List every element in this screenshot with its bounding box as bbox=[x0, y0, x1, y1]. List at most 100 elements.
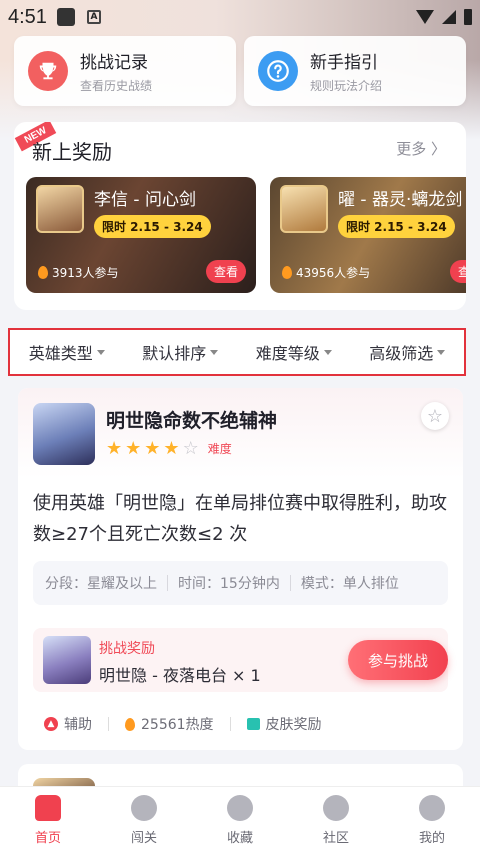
tab-label: 首页 bbox=[34, 831, 61, 846]
user-icon bbox=[419, 795, 445, 821]
divider bbox=[108, 717, 109, 731]
bottom-tab-bar: 首页 闯关 收藏 社区 我的 bbox=[0, 786, 480, 854]
tab-community[interactable]: 社区 bbox=[301, 795, 371, 846]
filter-difficulty[interactable]: 难度等级 bbox=[256, 340, 332, 364]
reward-card[interactable]: 李信 - 问心剑 限时 2.15 - 3.24 3913人参与 查看 bbox=[26, 177, 256, 293]
participant-count-text: 3913人参与 bbox=[52, 266, 119, 280]
new-rewards-section: NEW 新上奖励 更多 〉 李信 - 问心剑 限时 2.15 - 3.24 39… bbox=[14, 122, 466, 310]
flame-icon bbox=[38, 266, 48, 279]
beginner-guide-card[interactable]: 新手指引 规则玩法介绍 bbox=[244, 36, 466, 106]
view-button[interactable]: 查看 bbox=[205, 260, 246, 283]
status-time: 4:51 bbox=[8, 5, 47, 28]
notification-icon bbox=[56, 8, 75, 26]
challenge-description: 使用英雄「明世隐」在单局排位赛中取得胜利，助攻数≥27个且死亡次数≤2 次 bbox=[33, 493, 447, 545]
gift-icon bbox=[246, 718, 260, 730]
skin-avatar bbox=[43, 636, 91, 684]
filter-label: 默认排序 bbox=[142, 344, 207, 363]
tab-label: 收藏 bbox=[226, 831, 253, 846]
challenge-meta: 分段：星耀及以上 时间：15分钟内 模式：单人排位 bbox=[33, 561, 448, 605]
tab-label: 闯关 bbox=[130, 831, 157, 846]
status-right bbox=[416, 9, 472, 25]
flame-icon bbox=[282, 266, 292, 279]
reward-name: 李信 - 问心剑 bbox=[94, 190, 196, 210]
badge-icon bbox=[227, 795, 253, 821]
hero-avatar bbox=[36, 185, 84, 233]
quick-actions: 挑战记录 查看历史战绩 新手指引 规则玩法介绍 bbox=[14, 36, 466, 106]
favorite-star-icon[interactable]: ☆ bbox=[421, 402, 449, 430]
participant-count: 43956人参与 bbox=[282, 264, 370, 281]
participant-count-text: 43956人参与 bbox=[296, 266, 371, 280]
card-footer: ▲ 辅助 25561热度 皮肤奖励 bbox=[44, 714, 322, 734]
difficulty-label: 难度 bbox=[207, 442, 232, 456]
tab-profile[interactable]: 我的 bbox=[397, 795, 467, 846]
reward-card[interactable]: 曜 - 器灵·螭龙剑 限时 2.15 - 3.24 43956人参与 查看 bbox=[270, 177, 466, 293]
star-filled-icon: ★ bbox=[125, 438, 142, 459]
star-filled-icon: ★ bbox=[144, 438, 161, 459]
app-notification-icon: A bbox=[86, 10, 101, 24]
challenge-record-card[interactable]: 挑战记录 查看历史战绩 bbox=[14, 36, 236, 106]
reward-type-tag: 皮肤奖励 bbox=[246, 714, 322, 734]
battery-icon bbox=[464, 9, 472, 25]
chevron-down-icon bbox=[210, 349, 219, 355]
home-icon bbox=[35, 795, 61, 821]
section-title: 新上奖励 bbox=[32, 140, 112, 164]
divider bbox=[167, 575, 168, 591]
quick-card-title: 新手指引 bbox=[310, 53, 378, 73]
divider bbox=[289, 575, 291, 591]
reward-name: 曜 - 器灵·螭龙剑 bbox=[338, 190, 463, 210]
time-limit-badge: 限时 2.15 - 3.24 bbox=[338, 215, 455, 238]
heat-text: 25561热度 bbox=[141, 717, 214, 733]
quick-card-subtitle: 规则玩法介绍 bbox=[310, 79, 383, 93]
difficulty-rating: ★ ★ ★ ★ ☆ 难度 bbox=[106, 438, 232, 459]
reward-box: 挑战奖励 明世隐 - 夜落电台 × 1 参与挑战 bbox=[33, 628, 448, 692]
star-empty-icon: ☆ bbox=[182, 438, 199, 459]
role-tag: ▲ 辅助 bbox=[44, 714, 92, 734]
join-challenge-button[interactable]: 参与挑战 bbox=[348, 640, 448, 680]
compass-icon bbox=[323, 795, 349, 821]
participant-count: 3913人参与 bbox=[38, 264, 119, 281]
divider bbox=[229, 717, 231, 731]
more-link[interactable]: 更多 〉 bbox=[396, 138, 446, 159]
challenge-title: 明世隐命数不绝辅神 bbox=[106, 410, 278, 432]
meta-time: 时间：15分钟内 bbox=[178, 576, 280, 592]
filter-label: 英雄类型 bbox=[28, 344, 93, 363]
heat-tag: 25561热度 bbox=[125, 714, 214, 734]
view-button[interactable]: 查看 bbox=[449, 260, 466, 283]
filter-sort[interactable]: 默认排序 bbox=[142, 340, 219, 364]
hero-avatar bbox=[33, 403, 95, 465]
time-limit-badge: 限时 2.15 - 3.24 bbox=[94, 215, 211, 238]
filter-label: 高级筛选 bbox=[369, 344, 434, 363]
filter-hero-type[interactable]: 英雄类型 bbox=[29, 340, 105, 364]
lightning-icon bbox=[131, 795, 157, 821]
reward-type-text: 皮肤奖励 bbox=[265, 717, 322, 733]
trophy-icon bbox=[28, 51, 68, 91]
filter-bar: 英雄类型 默认排序 难度等级 高级筛选 bbox=[8, 328, 466, 376]
tab-levels[interactable]: 闯关 bbox=[109, 795, 179, 846]
chevron-down-icon bbox=[437, 349, 446, 355]
tab-label: 我的 bbox=[418, 831, 445, 846]
star-filled-icon: ★ bbox=[163, 438, 180, 459]
role-text: 辅助 bbox=[64, 717, 92, 733]
hero-avatar bbox=[280, 185, 328, 233]
tab-label: 社区 bbox=[322, 831, 349, 846]
meta-rank: 分段：星耀及以上 bbox=[45, 576, 157, 592]
reward-carousel[interactable]: 李信 - 问心剑 限时 2.15 - 3.24 3913人参与 查看 曜 - 器… bbox=[26, 177, 466, 293]
meta-mode: 模式：单人排位 bbox=[300, 576, 399, 592]
reward-label: 挑战奖励 bbox=[99, 641, 155, 657]
help-icon bbox=[258, 51, 298, 91]
filter-advanced[interactable]: 高级筛选 bbox=[369, 340, 446, 364]
quick-card-title: 挑战记录 bbox=[80, 53, 148, 73]
status-bar: 4:51 A bbox=[0, 0, 480, 34]
tab-home[interactable]: 首页 bbox=[13, 795, 83, 846]
signal-icon bbox=[442, 10, 456, 24]
chevron-down-icon bbox=[323, 349, 332, 355]
tab-favorites[interactable]: 收藏 bbox=[205, 795, 275, 846]
challenge-card[interactable]: 明世隐命数不绝辅神 ★ ★ ★ ★ ☆ 难度 ☆ 使用英雄「明世隐」在单局排位赛… bbox=[18, 388, 463, 750]
chevron-down-icon bbox=[96, 349, 105, 355]
flame-icon bbox=[125, 717, 135, 731]
wifi-icon bbox=[416, 10, 434, 24]
reward-item: 明世隐 - 夜落电台 × 1 bbox=[99, 666, 261, 685]
filter-label: 难度等级 bbox=[255, 344, 320, 363]
quick-card-subtitle: 查看历史战绩 bbox=[80, 79, 153, 93]
support-role-icon: ▲ bbox=[44, 717, 58, 731]
